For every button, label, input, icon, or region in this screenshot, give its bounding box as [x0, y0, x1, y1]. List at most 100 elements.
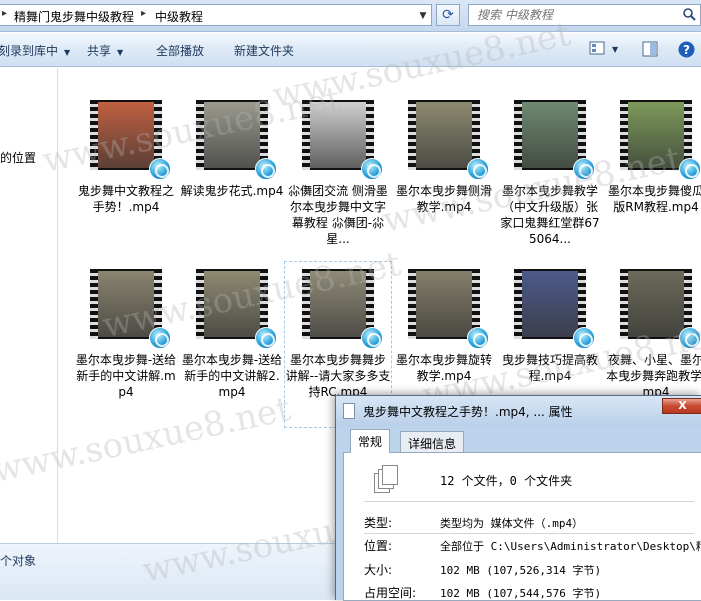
- video-thumbnail: [620, 100, 701, 180]
- file-name: 墨尔本曳步舞侧滑教学.mp4: [395, 184, 492, 214]
- file-name: 尛儛团交流 侧滑墨尔本曳步舞中文字幕教程 尛儛团-尛 星...: [288, 184, 388, 246]
- file-item[interactable]: 尛儛团交流 侧滑墨尔本曳步舞中文字幕教程 尛儛团-尛 星...: [285, 93, 391, 258]
- film-strip-icon: [90, 269, 98, 339]
- address-bar[interactable]: ▸ 精舞门鬼步舞中级教程 ▸ 中级教程 ▼: [0, 4, 432, 26]
- file-item[interactable]: 墨尔本曳步舞-送给新手的中文讲解.mp4: [73, 262, 179, 427]
- film-strip-icon: [620, 100, 628, 170]
- file-name: 鬼步舞中文教程之手势！.mp4: [77, 184, 174, 214]
- svg-text:?: ?: [683, 43, 690, 57]
- tab-general[interactable]: 常规: [350, 429, 391, 453]
- file-item[interactable]: 墨尔本曳步舞侧滑教学.mp4: [391, 93, 497, 258]
- media-player-icon: [255, 158, 277, 180]
- media-player-icon: [467, 158, 489, 180]
- video-thumbnail: [408, 100, 489, 180]
- address-bar-row: ▸ 精舞门鬼步舞中级教程 ▸ 中级教程 ▼ ⟳: [0, 0, 701, 32]
- burn-to-library-label: 刻录到库中: [0, 44, 59, 58]
- media-player-icon: [679, 158, 701, 180]
- dialog-title-bar[interactable]: 鬼步舞中文教程之手势！.mp4, ... 属性 X: [336, 396, 701, 426]
- film-strip-icon: [196, 269, 204, 339]
- video-thumbnail: [90, 100, 171, 180]
- dialog-title: 鬼步舞中文教程之手势！.mp4, ... 属性: [363, 405, 573, 419]
- command-bar: 刻录到库中 ▼ 共享 ▼ 全部播放 新建文件夹 ▼ ?: [0, 33, 701, 67]
- file-name: 曳步舞技巧提高教程.mp4: [501, 353, 598, 383]
- multiple-files-icon: [374, 465, 402, 495]
- film-strip-icon: [514, 269, 522, 339]
- view-options-icon[interactable]: [589, 41, 605, 55]
- file-item[interactable]: 解读鬼步花式.mp4: [179, 93, 285, 258]
- video-frame: [98, 271, 154, 337]
- selection-summary: 12 个文件，0 个文件夹: [440, 474, 573, 488]
- film-strip-icon: [196, 100, 204, 170]
- chevron-down-icon[interactable]: ▼: [612, 45, 618, 54]
- search-input[interactable]: [469, 5, 669, 25]
- breadcrumb-item-parent[interactable]: 精舞门鬼步舞中级教程: [14, 8, 134, 25]
- refresh-button[interactable]: ⟳: [436, 4, 460, 26]
- prop-value-size: 102 MB (107,526,314 字节): [440, 564, 602, 577]
- chevron-right-icon[interactable]: ▸: [141, 8, 146, 19]
- share-button[interactable]: 共享 ▼: [87, 42, 123, 59]
- film-strip-icon: [620, 269, 628, 339]
- close-button[interactable]: X: [662, 398, 701, 414]
- file-name: 墨尔本曳步舞旋转教学.mp4: [395, 353, 492, 383]
- video-thumbnail: [196, 100, 277, 180]
- chevron-down-icon: ▼: [64, 48, 71, 57]
- film-strip-icon: [302, 269, 310, 339]
- prop-value-location: 全部位于 C:\Users\Administrator\Desktop\精: [440, 540, 701, 553]
- video-frame: [416, 271, 472, 337]
- file-name: 墨尔本曳步舞-送给新手的中文讲解2.mp4: [181, 353, 283, 399]
- file-name: 墨尔本曳步舞-送给新手的中文讲解.mp4: [75, 353, 177, 399]
- video-thumbnail: [302, 100, 383, 180]
- search-icon[interactable]: [682, 7, 696, 21]
- file-name: 墨尔本曳步舞傻瓜版RM教程.mp4: [607, 184, 701, 214]
- prop-label-location: 位置:: [364, 539, 393, 553]
- media-player-icon: [679, 327, 701, 349]
- burn-to-library-button[interactable]: 刻录到库中 ▼: [0, 42, 70, 59]
- video-frame: [98, 102, 154, 168]
- film-strip-icon: [90, 100, 98, 170]
- preview-pane-icon[interactable]: [642, 41, 658, 57]
- tab-details[interactable]: 详细信息: [400, 431, 465, 453]
- video-frame: [522, 102, 578, 168]
- video-thumbnail: [514, 269, 595, 349]
- nav-item-locations[interactable]: 的位置: [0, 149, 36, 166]
- search-box[interactable]: [468, 4, 701, 26]
- chevron-right-icon[interactable]: ▸: [2, 8, 7, 19]
- file-name: 夜舞、小星、墨尔本曳步舞奔跑教学.mp4: [606, 353, 701, 399]
- prop-label-size-on-disk: 占用空间:: [364, 586, 417, 600]
- refresh-icon: ⟳: [442, 7, 454, 23]
- media-player-icon: [361, 327, 383, 349]
- share-label: 共享: [87, 44, 112, 58]
- chevron-down-icon[interactable]: ▼: [416, 8, 430, 24]
- file-item[interactable]: 墨尔本曳步舞傻瓜版RM教程.mp4: [603, 93, 701, 258]
- video-thumbnail: [196, 269, 277, 349]
- film-strip-icon: [302, 100, 310, 170]
- divider: [364, 501, 694, 502]
- play-all-button[interactable]: 全部播放: [156, 42, 204, 59]
- media-player-icon: [361, 158, 383, 180]
- film-strip-icon: [514, 100, 522, 170]
- video-thumbnail: [90, 269, 171, 349]
- help-icon[interactable]: ?: [678, 41, 695, 58]
- video-frame: [204, 271, 260, 337]
- video-thumbnail: [620, 269, 701, 349]
- video-frame: [416, 102, 472, 168]
- breadcrumb-item-current[interactable]: 中级教程: [155, 8, 203, 25]
- video-thumbnail: [514, 100, 595, 180]
- close-icon: X: [678, 399, 687, 412]
- file-icon: [343, 403, 355, 419]
- prop-value-type: 类型均为 媒体文件（.mp4）: [440, 517, 584, 530]
- new-folder-button[interactable]: 新建文件夹: [234, 42, 294, 59]
- divider: [364, 533, 694, 534]
- video-frame: [628, 271, 684, 337]
- media-player-icon: [573, 327, 595, 349]
- file-item[interactable]: 鬼步舞中文教程之手势！.mp4: [73, 93, 179, 258]
- film-strip-icon: [408, 269, 416, 339]
- file-item[interactable]: 墨尔本曳步舞-送给新手的中文讲解2.mp4: [179, 262, 285, 427]
- prop-label-size: 大小:: [364, 563, 393, 577]
- video-thumbnail: [302, 269, 383, 349]
- film-strip-icon: [408, 100, 416, 170]
- file-item[interactable]: 墨尔本曳步舞教学（中文升级版）张家口鬼舞红堂群675064...: [497, 93, 603, 258]
- media-player-icon: [255, 327, 277, 349]
- media-player-icon: [149, 158, 171, 180]
- video-frame: [310, 271, 366, 337]
